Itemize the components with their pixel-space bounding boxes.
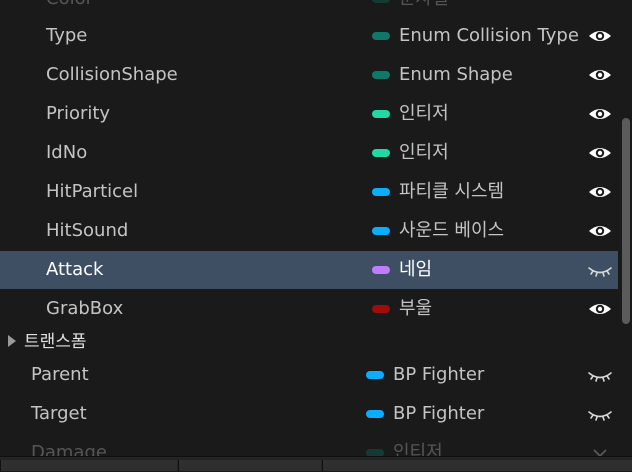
variable-type-label: 인티저 xyxy=(399,103,449,124)
variable-type: BP Fighter xyxy=(366,356,484,394)
type-pill-icon xyxy=(372,188,390,196)
variable-name: Attack xyxy=(46,259,104,280)
eye-open-icon[interactable] xyxy=(587,143,613,163)
variable-row-type[interactable]: Type Enum Collision Type xyxy=(0,17,618,55)
variable-type: 사운드 베이스 xyxy=(372,212,504,250)
variable-type-label: Enum Shape xyxy=(399,64,513,85)
variable-type: 인티저 xyxy=(372,95,449,133)
variable-name: HitParticel xyxy=(46,181,139,202)
section-header-transform[interactable]: 트랜스폼 xyxy=(0,328,618,356)
variable-name: Parent xyxy=(31,364,89,385)
type-pill-icon xyxy=(366,410,384,418)
variable-type-label: Enum Collision Type xyxy=(399,25,579,46)
variable-name: CollisionShape xyxy=(46,64,178,85)
variable-row-hitsound[interactable]: HitSound 사운드 베이스 xyxy=(0,212,618,250)
variable-type-label: BP Fighter xyxy=(393,403,485,424)
eye-open-icon[interactable] xyxy=(587,26,613,46)
eye-open-icon[interactable] xyxy=(587,104,613,124)
type-pill-icon xyxy=(366,371,384,379)
variable-name: HitSound xyxy=(46,220,129,241)
type-pill-icon xyxy=(372,266,390,274)
variable-row-color[interactable]: Color 문자열 xyxy=(0,0,618,18)
type-pill-icon xyxy=(372,149,390,157)
bottom-tab[interactable] xyxy=(0,460,177,471)
bottom-toolbar xyxy=(0,456,632,471)
bottom-tab[interactable] xyxy=(322,460,632,471)
variable-row-priority[interactable]: Priority 인티저 xyxy=(0,95,618,133)
variables-panel: Color 문자열 Type Enum Collision Type Colli… xyxy=(0,0,632,471)
variable-type-label: 문자열 xyxy=(399,0,449,18)
eye-open-icon[interactable] xyxy=(587,65,613,85)
variable-type: 파티클 시스템 xyxy=(372,173,504,211)
variable-name: IdNo xyxy=(46,142,88,163)
variable-type: 인티저 xyxy=(372,134,449,172)
variable-type: 문자열 xyxy=(372,0,449,18)
bottom-tab[interactable] xyxy=(178,460,321,471)
variable-row-target[interactable]: Target BP Fighter xyxy=(0,395,618,433)
eye-open-icon[interactable] xyxy=(587,182,613,202)
variable-type: Enum Shape xyxy=(372,56,513,94)
eye-closed-icon[interactable] xyxy=(587,404,613,424)
type-pill-icon xyxy=(372,305,390,313)
scrollbar-thumb[interactable] xyxy=(622,118,630,324)
type-pill-icon xyxy=(372,110,390,118)
variable-type: 부울 xyxy=(372,290,432,328)
type-pill-icon xyxy=(372,0,390,3)
variable-type: BP Fighter xyxy=(366,395,484,433)
variable-row-grabbox[interactable]: GrabBox 부울 xyxy=(0,290,618,328)
eye-open-icon[interactable] xyxy=(587,221,613,241)
variable-type-label: 네임 xyxy=(399,259,433,280)
variable-row-collisionshape[interactable]: CollisionShape Enum Shape xyxy=(0,56,618,94)
chevron-right-icon[interactable] xyxy=(8,335,16,347)
variable-type-label: 인티저 xyxy=(399,142,449,163)
section-label: 트랜스폼 xyxy=(24,332,87,352)
variable-row-parent[interactable]: Parent BP Fighter xyxy=(0,356,618,394)
variable-name: GrabBox xyxy=(46,298,124,319)
variable-type-label: 사운드 베이스 xyxy=(399,220,505,241)
type-pill-icon xyxy=(372,71,390,79)
eye-closed-icon[interactable] xyxy=(587,365,613,385)
variable-type: 네임 xyxy=(372,251,432,289)
variable-type-label: BP Fighter xyxy=(393,364,485,385)
type-pill-icon xyxy=(372,227,390,235)
type-pill-icon xyxy=(372,32,390,40)
variable-type-label: 부울 xyxy=(399,298,433,319)
variable-name: Type xyxy=(46,25,88,46)
variable-name: Priority xyxy=(46,103,111,124)
variable-name: Target xyxy=(31,403,87,424)
variable-row-idno[interactable]: IdNo 인티저 xyxy=(0,134,618,172)
variable-name: Color xyxy=(46,0,93,18)
variable-row-attack[interactable]: Attack 네임 xyxy=(0,251,618,289)
eye-open-icon[interactable] xyxy=(587,299,613,319)
variable-type: Enum Collision Type xyxy=(372,17,579,55)
variable-type-label: 파티클 시스템 xyxy=(399,181,505,202)
variable-row-hitparticel[interactable]: HitParticel 파티클 시스템 xyxy=(0,173,618,211)
eye-closed-icon[interactable] xyxy=(587,260,613,280)
